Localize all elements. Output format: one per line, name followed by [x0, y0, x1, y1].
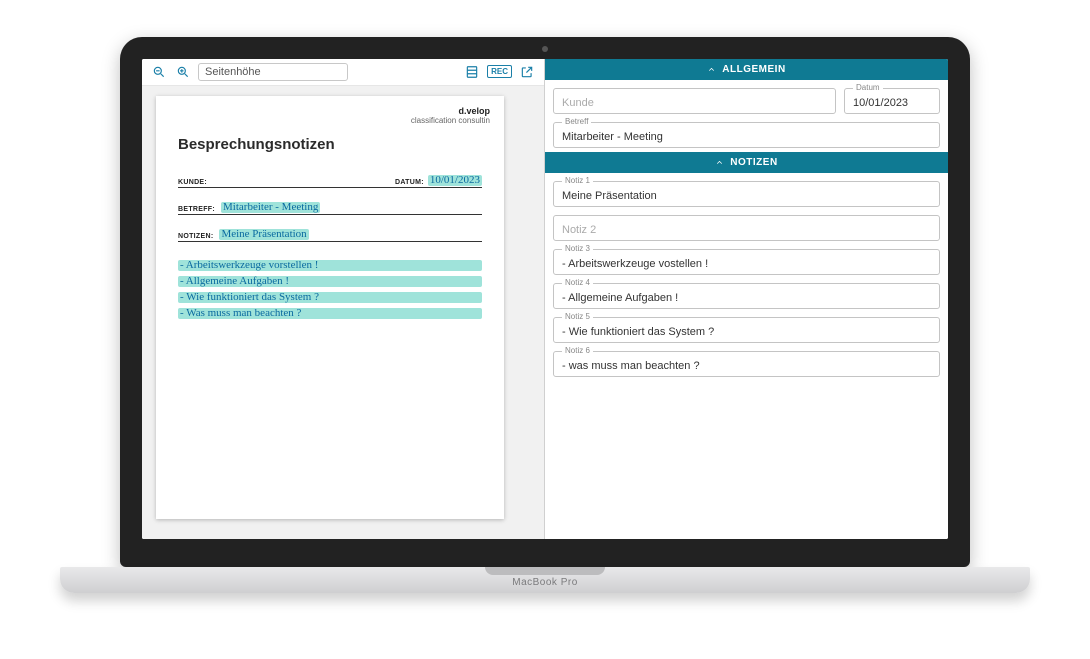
brand-name: d.velop — [458, 106, 490, 116]
field-notiz-5-legend: Notiz 5 — [562, 312, 593, 321]
hand-notizen-head: Meine Präsentation — [219, 229, 308, 240]
zoom-select[interactable]: Seitenhöhe — [198, 63, 348, 81]
trackpad-notch — [485, 567, 605, 575]
open-external-icon[interactable] — [518, 63, 536, 81]
chevron-up-icon — [707, 65, 716, 74]
field-betreff-value: Mitarbeiter - Meeting — [562, 131, 663, 143]
section-header-allgemein[interactable]: ALLGEMEIN — [545, 59, 948, 80]
hand-note-3: - Wie funktioniert das System ? — [178, 292, 482, 303]
field-notiz-3-value: - Arbeitswerkzeuge vostellen ! — [562, 258, 708, 270]
section-title-allgemein: ALLGEMEIN — [722, 64, 785, 75]
device-label: MacBook Pro — [512, 577, 578, 588]
page-layout-icon[interactable] — [463, 63, 481, 81]
field-notiz-5-value: - Wie funktioniert das System ? — [562, 326, 714, 338]
field-notiz-1-value: Meine Präsentation — [562, 190, 657, 202]
hand-note-1: - Arbeitswerkzeuge vorstellen ! — [178, 260, 482, 271]
field-notiz-6-value: - was muss man beachten ? — [562, 360, 700, 372]
label-datum: DATUM: — [395, 179, 424, 186]
field-betreff-legend: Betreff — [562, 117, 591, 126]
hand-betreff: Mitarbeiter - Meeting — [221, 202, 320, 213]
field-notiz-1[interactable]: Notiz 1 Meine Präsentation — [553, 181, 940, 207]
field-notiz-6-legend: Notiz 6 — [562, 346, 593, 355]
brand-block: d.velop classification consultin — [411, 106, 490, 125]
field-notiz-4-value: - Allgemeine Aufgaben ! — [562, 292, 678, 304]
app-screen: Seitenhöhe REC d.velop classification — [142, 59, 948, 539]
field-notiz-3-legend: Notiz 3 — [562, 244, 593, 253]
line-kunde-datum: KUNDE: DATUM: 10/01/2023 — [178, 175, 482, 188]
section-header-notizen[interactable]: NOTIZEN — [545, 152, 948, 173]
field-datum-value: 10/01/2023 — [853, 97, 908, 109]
camera-dot — [542, 46, 548, 52]
hand-note-2: - Allgemeine Aufgaben ! — [178, 276, 482, 287]
screen-bezel: Seitenhöhe REC d.velop classification — [120, 37, 970, 567]
field-notiz-4[interactable]: Notiz 4 - Allgemeine Aufgaben ! — [553, 283, 940, 309]
document-viewer-pane: Seitenhöhe REC d.velop classification — [142, 59, 545, 539]
laptop-mockup: Seitenhöhe REC d.velop classification — [120, 37, 970, 593]
field-notiz-6[interactable]: Notiz 6 - was muss man beachten ? — [553, 351, 940, 377]
field-notiz-5[interactable]: Notiz 5 - Wie funktioniert das System ? — [553, 317, 940, 343]
rec-button[interactable]: REC — [487, 65, 512, 78]
document-canvas: d.velop classification consultin Besprec… — [142, 86, 544, 539]
field-notiz-2-placeholder: Notiz 2 — [562, 224, 596, 236]
hand-datum: 10/01/2023 — [428, 175, 482, 186]
line-notizen: NOTIZEN: Meine Präsentation — [178, 229, 482, 242]
laptop-base: MacBook Pro — [60, 567, 1030, 593]
brand-subtitle: classification consultin — [411, 116, 490, 125]
page-title: Besprechungsnotizen — [178, 136, 482, 153]
handwritten-notes: - Arbeitswerkzeuge vorstellen ! - Allgem… — [178, 260, 482, 319]
field-notiz-2[interactable]: Notiz 2 — [553, 215, 940, 241]
field-notiz-1-legend: Notiz 1 — [562, 176, 593, 185]
section-title-notizen: NOTIZEN — [730, 157, 777, 168]
document-page: d.velop classification consultin Besprec… — [156, 96, 504, 519]
field-notiz-4-legend: Notiz 4 — [562, 278, 593, 287]
viewer-toolbar: Seitenhöhe REC — [142, 59, 544, 86]
zoom-out-icon[interactable] — [150, 63, 168, 81]
field-betreff[interactable]: Betreff Mitarbeiter - Meeting — [553, 122, 940, 148]
field-notiz-3[interactable]: Notiz 3 - Arbeitswerkzeuge vostellen ! — [553, 249, 940, 275]
hand-note-4: - Was muss man beachten ? — [178, 308, 482, 319]
section-body-notizen: Notiz 1 Meine Präsentation Notiz 2 Notiz… — [545, 173, 948, 381]
field-kunde[interactable]: Kunde — [553, 88, 836, 114]
field-datum[interactable]: Datum 10/01/2023 — [844, 88, 940, 114]
field-kunde-placeholder: Kunde — [562, 97, 594, 109]
section-body-allgemein: Kunde Datum 10/01/2023 Betreff Mitarbeit… — [545, 80, 948, 152]
label-kunde: KUNDE: — [178, 179, 207, 186]
chevron-up-icon — [715, 158, 724, 167]
label-notizen: NOTIZEN: — [178, 233, 213, 240]
line-betreff: BETREFF: Mitarbeiter - Meeting — [178, 202, 482, 215]
zoom-in-icon[interactable] — [174, 63, 192, 81]
label-betreff: BETREFF: — [178, 206, 215, 213]
field-datum-legend: Datum — [853, 83, 883, 92]
extraction-form-pane: ALLGEMEIN Kunde Datum 10/01/2023 Betreff — [545, 59, 948, 539]
